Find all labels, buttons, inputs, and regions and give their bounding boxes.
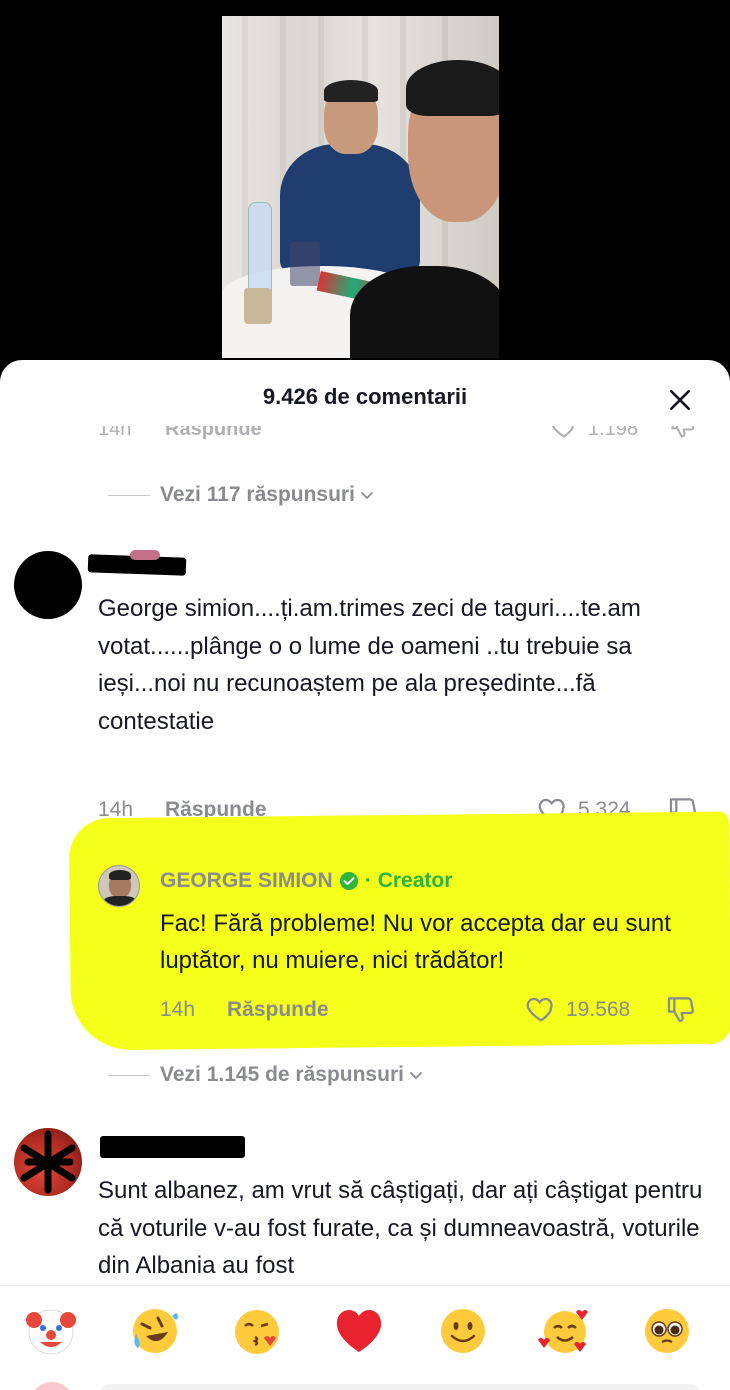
comments-title: 9.426 de comentarii <box>262 384 468 409</box>
view-replies-label: Vezi 117 răspunsuri <box>160 483 355 506</box>
slightly-smiling-face-icon[interactable] <box>436 1304 490 1358</box>
creator-badge: Creator <box>377 869 453 892</box>
dislike-icon[interactable] <box>668 426 698 440</box>
close-button[interactable] <box>660 380 700 420</box>
comment-input[interactable] <box>100 1384 700 1390</box>
creator-avatar[interactable] <box>98 865 140 907</box>
view-replies-button[interactable]: Vezi 117 răspunsuri <box>108 483 375 507</box>
creator-avatar-shirt <box>103 896 137 906</box>
person-selfie-hair <box>406 60 499 116</box>
red-heart-icon[interactable] <box>332 1304 386 1358</box>
divider-line <box>108 1074 150 1076</box>
kissing-face-icon[interactable] <box>230 1304 284 1358</box>
avatar[interactable] <box>14 551 82 619</box>
rolling-laughing-face-icon[interactable] <box>128 1304 182 1358</box>
creator-reply-time: 14h <box>160 998 196 1021</box>
comments-header: 9.426 de comentarii <box>0 360 730 428</box>
comment-text: George simion....ți.am.trimes zeci de ta… <box>98 595 641 735</box>
clown-face-icon[interactable] <box>24 1304 78 1358</box>
pleading-face-icon[interactable] <box>640 1304 694 1358</box>
video-thumbnail[interactable] <box>222 16 499 358</box>
emoji-quick-bar <box>0 1285 730 1390</box>
previous-comment-time: 14h <box>98 426 132 440</box>
glass <box>290 242 320 286</box>
water-bottle <box>248 202 272 294</box>
verified-icon <box>339 872 358 890</box>
divider-line <box>108 494 150 496</box>
creator-separator: · <box>364 869 372 892</box>
previous-comment-reply-button[interactable]: Răspunde <box>165 426 262 441</box>
previous-comment-like-count: 1.198 <box>588 426 639 440</box>
redacted-badge <box>130 550 160 560</box>
view-replies-label: Vezi 1.145 de răspunsuri <box>160 1063 404 1086</box>
heart-icon[interactable] <box>524 993 558 1025</box>
creator-reply-like-count: 19.568 <box>566 998 631 1021</box>
creator-reply-button[interactable]: Răspunde <box>227 998 329 1022</box>
smiling-face-with-hearts-icon[interactable] <box>538 1304 592 1358</box>
creator-name-row: GEORGE SIMION · Creator <box>160 869 452 893</box>
creator-name[interactable]: GEORGE SIMION <box>160 869 333 893</box>
cup <box>244 288 272 324</box>
comments-sheet: 9.426 de comentarii 14h Răspunde 1.198 V… <box>0 360 730 1390</box>
person-seated-hair <box>324 80 378 102</box>
redaction-scribble <box>20 1130 76 1194</box>
video-area[interactable] <box>0 0 730 380</box>
person-selfie-body <box>350 266 499 358</box>
chevron-down-icon <box>410 1072 422 1080</box>
previous-comment-meta: 14h Răspunde 1.198 <box>0 426 730 448</box>
heart-icon[interactable] <box>550 426 578 440</box>
view-replies-button[interactable]: Vezi 1.145 de răspunsuri <box>108 1063 424 1087</box>
chevron-down-icon <box>361 492 373 500</box>
redacted-username <box>100 1136 245 1158</box>
avatar[interactable] <box>14 1128 82 1196</box>
creator-avatar-hair <box>109 870 131 880</box>
comment-text: Sunt albanez, am vrut să câștigați, dar … <box>98 1177 703 1279</box>
close-icon <box>670 390 690 410</box>
dislike-icon[interactable] <box>664 993 698 1025</box>
creator-reply-text: Fac! Fără probleme! Nu vor accepta dar e… <box>160 910 671 974</box>
